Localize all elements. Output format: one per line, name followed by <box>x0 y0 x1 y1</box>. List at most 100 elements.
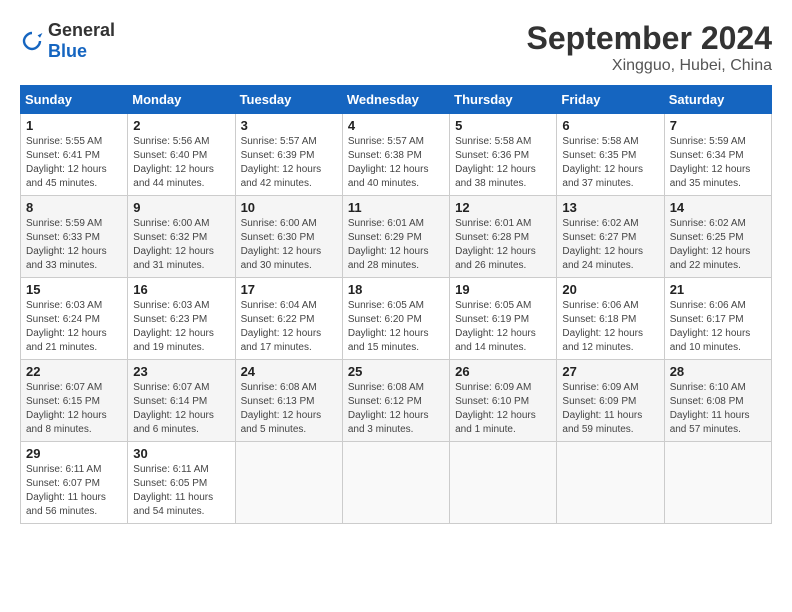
day-of-week-header: Wednesday <box>342 86 449 114</box>
day-number: 27 <box>562 364 658 379</box>
day-info: Sunrise: 6:09 AM Sunset: 6:10 PM Dayligh… <box>455 381 551 437</box>
day-info: Sunrise: 6:08 AM Sunset: 6:12 PM Dayligh… <box>348 381 444 437</box>
day-number: 19 <box>455 282 551 297</box>
day-number: 17 <box>241 282 337 297</box>
calendar-day-cell: 15 Sunrise: 6:03 AM Sunset: 6:24 PM Dayl… <box>21 278 128 360</box>
calendar-week-row: 29 Sunrise: 6:11 AM Sunset: 6:07 PM Dayl… <box>21 442 772 524</box>
day-info: Sunrise: 6:05 AM Sunset: 6:20 PM Dayligh… <box>348 299 444 355</box>
day-info: Sunrise: 5:58 AM Sunset: 6:35 PM Dayligh… <box>562 135 658 191</box>
day-info: Sunrise: 5:59 AM Sunset: 6:33 PM Dayligh… <box>26 217 122 273</box>
day-info: Sunrise: 6:01 AM Sunset: 6:29 PM Dayligh… <box>348 217 444 273</box>
day-of-week-header: Tuesday <box>235 86 342 114</box>
calendar-day-cell <box>235 442 342 524</box>
calendar-day-cell: 19 Sunrise: 6:05 AM Sunset: 6:19 PM Dayl… <box>450 278 557 360</box>
day-number: 18 <box>348 282 444 297</box>
calendar-day-cell: 2 Sunrise: 5:56 AM Sunset: 6:40 PM Dayli… <box>128 114 235 196</box>
calendar-day-cell <box>450 442 557 524</box>
day-number: 25 <box>348 364 444 379</box>
calendar-day-cell: 11 Sunrise: 6:01 AM Sunset: 6:29 PM Dayl… <box>342 196 449 278</box>
day-info: Sunrise: 5:58 AM Sunset: 6:36 PM Dayligh… <box>455 135 551 191</box>
day-info: Sunrise: 6:00 AM Sunset: 6:30 PM Dayligh… <box>241 217 337 273</box>
day-number: 29 <box>26 446 122 461</box>
day-info: Sunrise: 5:59 AM Sunset: 6:34 PM Dayligh… <box>670 135 766 191</box>
calendar-day-cell: 25 Sunrise: 6:08 AM Sunset: 6:12 PM Dayl… <box>342 360 449 442</box>
calendar-day-cell: 22 Sunrise: 6:07 AM Sunset: 6:15 PM Dayl… <box>21 360 128 442</box>
calendar-day-cell: 26 Sunrise: 6:09 AM Sunset: 6:10 PM Dayl… <box>450 360 557 442</box>
calendar-day-cell <box>342 442 449 524</box>
day-info: Sunrise: 6:11 AM Sunset: 6:05 PM Dayligh… <box>133 463 229 519</box>
day-number: 10 <box>241 200 337 215</box>
day-of-week-header: Thursday <box>450 86 557 114</box>
day-info: Sunrise: 5:57 AM Sunset: 6:38 PM Dayligh… <box>348 135 444 191</box>
calendar-week-row: 8 Sunrise: 5:59 AM Sunset: 6:33 PM Dayli… <box>21 196 772 278</box>
day-of-week-header: Saturday <box>664 86 771 114</box>
day-info: Sunrise: 6:01 AM Sunset: 6:28 PM Dayligh… <box>455 217 551 273</box>
day-number: 21 <box>670 282 766 297</box>
calendar-day-cell: 10 Sunrise: 6:00 AM Sunset: 6:30 PM Dayl… <box>235 196 342 278</box>
day-info: Sunrise: 6:08 AM Sunset: 6:13 PM Dayligh… <box>241 381 337 437</box>
day-number: 1 <box>26 118 122 133</box>
calendar-week-row: 15 Sunrise: 6:03 AM Sunset: 6:24 PM Dayl… <box>21 278 772 360</box>
day-number: 14 <box>670 200 766 215</box>
calendar-day-cell: 7 Sunrise: 5:59 AM Sunset: 6:34 PM Dayli… <box>664 114 771 196</box>
logo-blue-text: Blue <box>48 41 87 61</box>
day-number: 4 <box>348 118 444 133</box>
calendar-day-cell: 1 Sunrise: 5:55 AM Sunset: 6:41 PM Dayli… <box>21 114 128 196</box>
day-info: Sunrise: 6:06 AM Sunset: 6:18 PM Dayligh… <box>562 299 658 355</box>
day-number: 23 <box>133 364 229 379</box>
day-info: Sunrise: 6:10 AM Sunset: 6:08 PM Dayligh… <box>670 381 766 437</box>
calendar-day-cell: 6 Sunrise: 5:58 AM Sunset: 6:35 PM Dayli… <box>557 114 664 196</box>
calendar-day-cell: 29 Sunrise: 6:11 AM Sunset: 6:07 PM Dayl… <box>21 442 128 524</box>
calendar-day-cell: 14 Sunrise: 6:02 AM Sunset: 6:25 PM Dayl… <box>664 196 771 278</box>
day-number: 20 <box>562 282 658 297</box>
day-info: Sunrise: 6:07 AM Sunset: 6:15 PM Dayligh… <box>26 381 122 437</box>
day-number: 7 <box>670 118 766 133</box>
page-header: General Blue September 2024 Xingguo, Hub… <box>20 20 772 75</box>
day-info: Sunrise: 6:03 AM Sunset: 6:23 PM Dayligh… <box>133 299 229 355</box>
day-of-week-header: Monday <box>128 86 235 114</box>
logo: General Blue <box>20 20 115 62</box>
day-number: 11 <box>348 200 444 215</box>
day-info: Sunrise: 5:57 AM Sunset: 6:39 PM Dayligh… <box>241 135 337 191</box>
day-number: 30 <box>133 446 229 461</box>
day-number: 22 <box>26 364 122 379</box>
calendar-day-cell: 13 Sunrise: 6:02 AM Sunset: 6:27 PM Dayl… <box>557 196 664 278</box>
day-info: Sunrise: 6:09 AM Sunset: 6:09 PM Dayligh… <box>562 381 658 437</box>
day-number: 28 <box>670 364 766 379</box>
calendar-week-row: 22 Sunrise: 6:07 AM Sunset: 6:15 PM Dayl… <box>21 360 772 442</box>
logo-general-text: General <box>48 20 115 40</box>
day-number: 2 <box>133 118 229 133</box>
calendar-day-cell <box>557 442 664 524</box>
calendar-day-cell: 24 Sunrise: 6:08 AM Sunset: 6:13 PM Dayl… <box>235 360 342 442</box>
calendar-day-cell: 8 Sunrise: 5:59 AM Sunset: 6:33 PM Dayli… <box>21 196 128 278</box>
day-info: Sunrise: 5:56 AM Sunset: 6:40 PM Dayligh… <box>133 135 229 191</box>
day-number: 15 <box>26 282 122 297</box>
day-info: Sunrise: 6:06 AM Sunset: 6:17 PM Dayligh… <box>670 299 766 355</box>
calendar-day-cell: 16 Sunrise: 6:03 AM Sunset: 6:23 PM Dayl… <box>128 278 235 360</box>
day-info: Sunrise: 6:11 AM Sunset: 6:07 PM Dayligh… <box>26 463 122 519</box>
day-info: Sunrise: 6:04 AM Sunset: 6:22 PM Dayligh… <box>241 299 337 355</box>
calendar-day-cell <box>664 442 771 524</box>
day-of-week-header: Friday <box>557 86 664 114</box>
day-number: 16 <box>133 282 229 297</box>
calendar-week-row: 1 Sunrise: 5:55 AM Sunset: 6:41 PM Dayli… <box>21 114 772 196</box>
day-number: 12 <box>455 200 551 215</box>
calendar-day-cell: 9 Sunrise: 6:00 AM Sunset: 6:32 PM Dayli… <box>128 196 235 278</box>
day-number: 8 <box>26 200 122 215</box>
title-section: September 2024 Xingguo, Hubei, China <box>527 20 772 75</box>
location-subtitle: Xingguo, Hubei, China <box>527 57 772 75</box>
day-number: 5 <box>455 118 551 133</box>
day-number: 9 <box>133 200 229 215</box>
calendar-day-cell: 23 Sunrise: 6:07 AM Sunset: 6:14 PM Dayl… <box>128 360 235 442</box>
day-number: 24 <box>241 364 337 379</box>
calendar-day-cell: 17 Sunrise: 6:04 AM Sunset: 6:22 PM Dayl… <box>235 278 342 360</box>
calendar-table: SundayMondayTuesdayWednesdayThursdayFrid… <box>20 85 772 524</box>
calendar-day-cell: 4 Sunrise: 5:57 AM Sunset: 6:38 PM Dayli… <box>342 114 449 196</box>
day-number: 26 <box>455 364 551 379</box>
day-info: Sunrise: 6:02 AM Sunset: 6:27 PM Dayligh… <box>562 217 658 273</box>
day-info: Sunrise: 6:02 AM Sunset: 6:25 PM Dayligh… <box>670 217 766 273</box>
calendar-header-row: SundayMondayTuesdayWednesdayThursdayFrid… <box>21 86 772 114</box>
day-number: 3 <box>241 118 337 133</box>
calendar-day-cell: 30 Sunrise: 6:11 AM Sunset: 6:05 PM Dayl… <box>128 442 235 524</box>
logo-icon <box>20 29 44 53</box>
